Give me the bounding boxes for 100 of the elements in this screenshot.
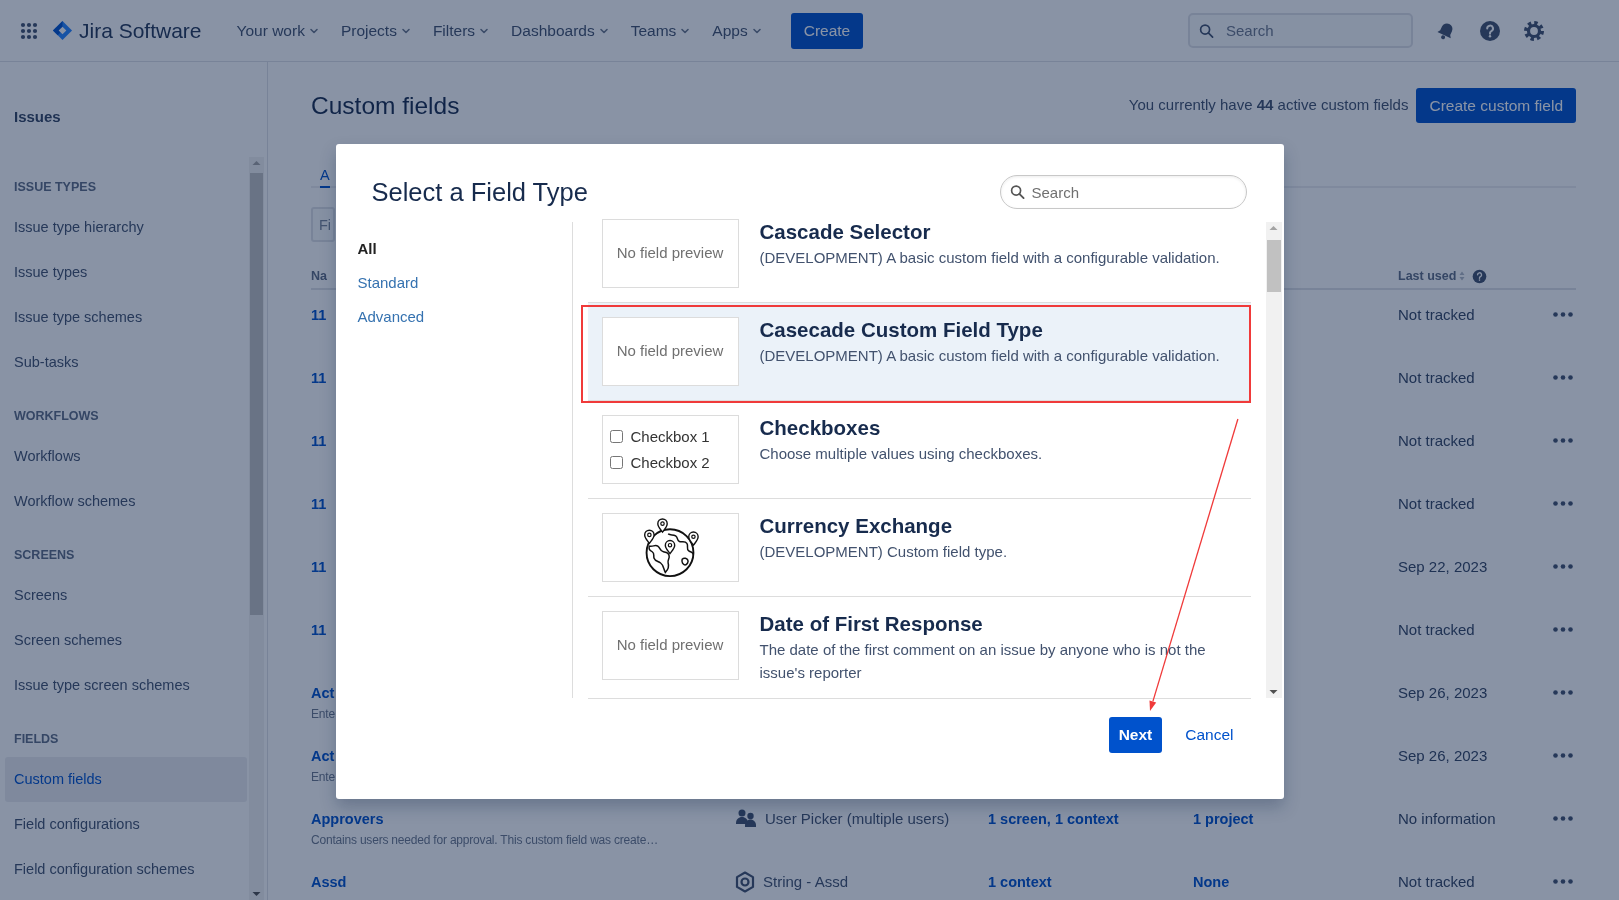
projects-link[interactable]: None: [1193, 874, 1230, 890]
sidebar-item[interactable]: Issue type schemes: [5, 295, 247, 340]
field-type-description: Choose multiple values using checkboxes.: [759, 444, 1044, 464]
field-name-link[interactable]: Act: [311, 683, 335, 703]
last-used-text: Not tracked: [1398, 495, 1475, 512]
column-header: Na: [311, 268, 327, 285]
field-name-link[interactable]: 11: [311, 368, 327, 388]
more-icon[interactable]: [1553, 879, 1573, 884]
filter-field[interactable]: Fi: [311, 207, 335, 242]
checkbox[interactable]: [609, 456, 623, 469]
last-used-text: Sep 26, 2023: [1398, 684, 1488, 701]
field-description: Ente: [311, 705, 335, 723]
sidebar-item[interactable]: Issue types: [5, 250, 247, 295]
field-preview: No field preview: [601, 611, 739, 680]
nav-menu-button[interactable]: Your work: [225, 13, 330, 48]
field-name-link[interactable]: 11: [311, 431, 327, 451]
last-used-text: Not tracked: [1398, 369, 1475, 386]
scrollbar-thumb[interactable]: [250, 173, 263, 615]
field-name-link[interactable]: 11: [311, 557, 327, 577]
create-custom-field-button[interactable]: Create custom field: [1416, 88, 1576, 123]
nav-menu-button[interactable]: Dashboards: [500, 13, 620, 48]
last-used-text: Sep 22, 2023: [1398, 558, 1488, 575]
scrollbar-thumb[interactable]: [1266, 240, 1281, 292]
last-used-text: Not tracked: [1398, 621, 1475, 638]
more-icon[interactable]: [1553, 564, 1573, 569]
tab[interactable]: A: [320, 163, 330, 188]
column-header: Last used: [1398, 268, 1457, 285]
field-name-link[interactable]: Approvers: [311, 809, 384, 829]
scrollbar-track[interactable]: [1265, 222, 1282, 698]
field-type-name: Checkboxes: [759, 415, 882, 441]
hexagon-icon: [735, 871, 755, 893]
sidebar-section-heading: ISSUE TYPES: [13, 179, 97, 196]
more-icon[interactable]: [1553, 375, 1573, 380]
last-used-text: Not tracked: [1398, 306, 1475, 323]
sidebar-item[interactable]: Issue type hierarchy: [5, 205, 247, 250]
field-type-description: (DEVELOPMENT) Custom field type.: [759, 542, 1009, 562]
category-link[interactable]: Advanced: [357, 307, 425, 327]
more-icon[interactable]: [1553, 816, 1573, 821]
product-logo-link[interactable]: Jira Software: [52, 14, 202, 47]
scrollbar-track[interactable]: [249, 157, 264, 900]
field-type-option[interactable]: No field preview Casecade Custom Field Type (DEVELOPMENT) A basic custom field with a configurable validation.: [587, 303, 1251, 401]
sidebar-item[interactable]: Field configurations: [5, 802, 247, 847]
users-icon: [735, 808, 757, 828]
field-name-link[interactable]: 11: [311, 494, 327, 514]
more-icon[interactable]: [1553, 690, 1573, 695]
category-link[interactable]: Standard: [357, 273, 419, 293]
checkbox[interactable]: [609, 430, 623, 443]
field-preview: No field preview: [601, 219, 739, 288]
last-used-text: No information: [1398, 810, 1496, 827]
help-icon[interactable]: [1479, 19, 1501, 42]
field-name-link[interactable]: 11: [311, 305, 327, 325]
checkbox-label: Checkbox 2: [630, 452, 710, 473]
field-name-link[interactable]: 11: [311, 620, 327, 640]
field-name-link[interactable]: Act: [311, 746, 335, 766]
more-icon[interactable]: [1553, 501, 1573, 506]
sidebar-item[interactable]: Issue type screen schemes: [5, 663, 247, 708]
sidebar-item[interactable]: Workflows: [5, 434, 247, 479]
more-icon[interactable]: [1553, 312, 1573, 317]
help-icon[interactable]: [1472, 268, 1488, 284]
cancel-link[interactable]: Cancel: [1185, 723, 1234, 747]
next-button[interactable]: Next: [1108, 717, 1163, 753]
grid-icon[interactable]: [20, 21, 38, 40]
screens-link[interactable]: 1 screen, 1 context: [988, 811, 1119, 827]
search-field[interactable]: Search: [999, 175, 1247, 209]
field-type-option[interactable]: Checkbox 1 Checkbox 2 Checkboxes Choose multiple values using checkboxes.: [587, 401, 1251, 499]
sidebar-item[interactable]: Screen schemes: [5, 618, 247, 663]
field-type-label: User Picker (multiple users): [765, 809, 950, 829]
sidebar-section-heading: WORKFLOWS: [13, 408, 100, 425]
create-button[interactable]: Create: [790, 12, 864, 49]
field-type-option[interactable]: Currency Exchange (DEVELOPMENT) Custom field type.: [587, 499, 1251, 597]
nav-menu-button[interactable]: Teams: [619, 13, 702, 48]
field-name-link[interactable]: Assd: [311, 872, 347, 892]
search-field[interactable]: Search: [1188, 13, 1413, 48]
field-type-option[interactable]: No field preview Cascade Selector (DEVELOPMENT) A basic custom field with a configurable validation.: [587, 213, 1251, 303]
modal-title: Select a Field Type: [371, 177, 588, 208]
projects-link[interactable]: 1 project: [1193, 811, 1254, 827]
sidebar-section-heading: SCREENS: [13, 547, 76, 564]
nav-menu-button[interactable]: Filters: [421, 13, 501, 48]
more-icon[interactable]: [1553, 753, 1573, 758]
search-icon: [1199, 23, 1214, 38]
checkbox-label: Checkbox 1: [630, 426, 710, 447]
sidebar-item[interactable]: Workflow schemes: [5, 479, 247, 524]
sidebar-item[interactable]: Sub-tasks: [5, 340, 247, 385]
field-type-name: Cascade Selector: [759, 219, 932, 245]
last-used-text: Sep 26, 2023: [1398, 747, 1488, 764]
sidebar-item[interactable]: Field configuration schemes: [5, 847, 247, 892]
screens-link[interactable]: 1 context: [988, 874, 1052, 890]
field-type-name: Currency Exchange: [759, 513, 954, 539]
field-preview: No field preview: [601, 317, 739, 386]
sidebar-item[interactable]: Custom fields: [5, 757, 247, 802]
settings-icon[interactable]: [1523, 19, 1545, 42]
sidebar-section-heading: FIELDS: [13, 731, 60, 748]
sidebar-item[interactable]: Screens: [5, 573, 247, 618]
more-icon[interactable]: [1553, 438, 1573, 443]
more-icon[interactable]: [1553, 627, 1573, 632]
category-link[interactable]: All: [357, 239, 377, 259]
nav-menu-button[interactable]: Apps: [701, 13, 773, 48]
field-type-description: (DEVELOPMENT) A basic custom field with a configurable validation.: [759, 346, 1221, 366]
sidebar-title: Issues: [14, 107, 62, 127]
nav-menu-button[interactable]: Projects: [329, 13, 422, 48]
